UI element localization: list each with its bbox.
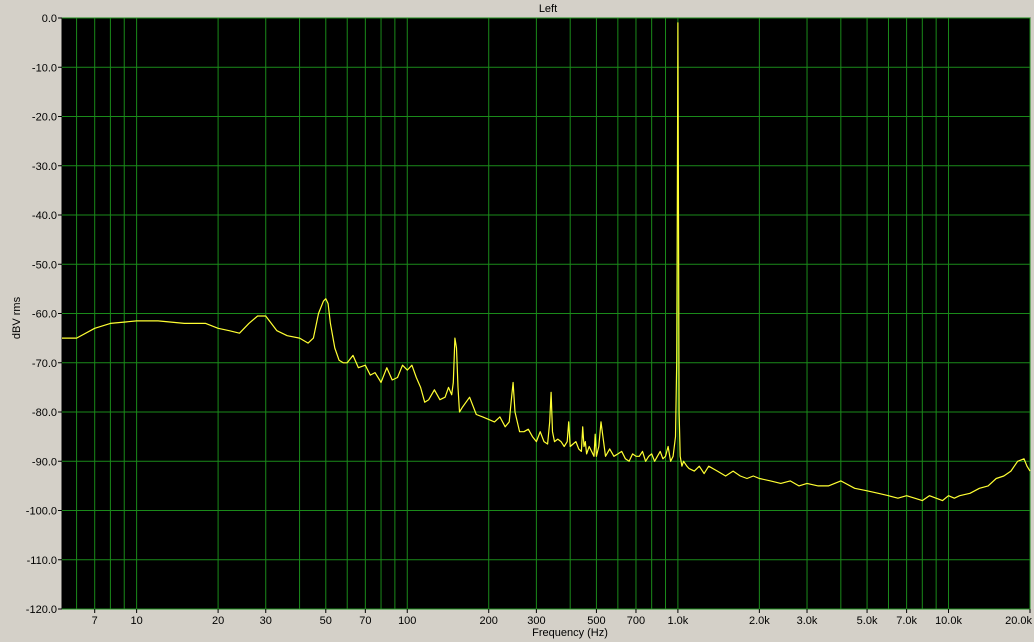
y-tick-label: -20.0 (32, 112, 57, 124)
y-tick-label: -50.0 (32, 259, 57, 271)
x-axis-label: Frequency (Hz) (532, 627, 608, 639)
y-tick-label: -10.0 (32, 62, 57, 74)
phs-logo: PHS (992, 24, 1026, 40)
x-tick-label: 500 (587, 615, 605, 627)
x-axis-ticks: 7 10 20 30 50 70 100 200 300 500 700 1.0k 2.0k 3.0k 5.… (92, 609, 1032, 627)
y-tick-label: -120.0 (26, 604, 57, 616)
spectrum-chart: Left 0.0 -10.0 -20.0 -30.0 -40.0 -50.0 -60.0 -7… (11, 3, 1032, 639)
x-tick-label: 20.0k (1005, 615, 1032, 627)
x-tick-label: 5.0k (857, 615, 878, 627)
y-tick-label: -80.0 (32, 407, 57, 419)
y-tick-label: -110.0 (27, 555, 57, 567)
x-tick-label: 700 (627, 615, 645, 627)
x-tick-label: 200 (480, 615, 498, 627)
y-tick-label: -90.0 (32, 456, 57, 468)
x-tick-label: 70 (359, 615, 371, 627)
x-tick-label: 7.0k (896, 615, 917, 627)
x-tick-label: 3.0k (797, 615, 818, 627)
x-tick-label: 2.0k (749, 615, 770, 627)
x-tick-label: 30 (260, 615, 272, 627)
y-axis-label: dBV rms (11, 296, 23, 339)
x-tick-label: 50 (320, 615, 332, 627)
x-tick-label: 10 (130, 615, 142, 627)
x-tick-label: 10.0k (935, 615, 962, 627)
x-tick-label: 20 (212, 615, 224, 627)
y-tick-label: -60.0 (32, 309, 57, 321)
y-tick-label: -100.0 (26, 506, 57, 518)
y-axis-ticks: 0.0 -10.0 -20.0 -30.0 -40.0 -50.0 -60.0 -70.0 -8… (26, 13, 62, 616)
y-tick-label: -30.0 (32, 161, 57, 173)
x-tick-label: 7 (92, 615, 98, 627)
x-tick-label: 1.0k (667, 615, 688, 627)
y-tick-label: -40.0 (32, 210, 57, 222)
x-tick-label: 300 (527, 615, 545, 627)
x-tick-label: 100 (398, 615, 416, 627)
chart-title: Left (539, 3, 557, 15)
y-tick-label: 0.0 (42, 13, 57, 25)
y-tick-label: -70.0 (32, 358, 57, 370)
